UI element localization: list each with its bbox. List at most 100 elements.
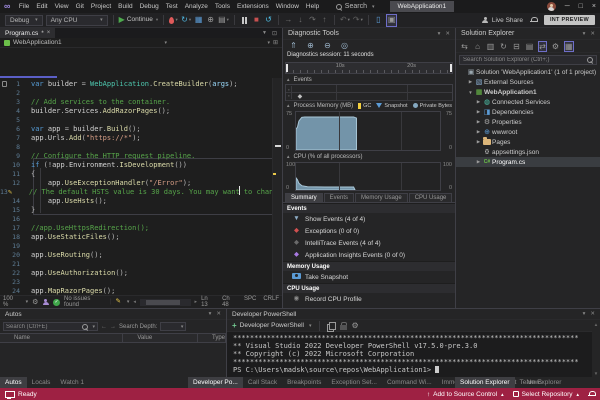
menu-file[interactable]: File — [15, 0, 32, 13]
expander-icon[interactable]: ▶ — [475, 109, 482, 115]
autos-grid-body[interactable] — [0, 343, 226, 367]
tree-item-program-cs[interactable]: ▶C#Program.cs — [456, 157, 600, 167]
presence-icon[interactable] — [42, 299, 49, 306]
codelens-options-icon[interactable]: ▦ — [194, 14, 203, 26]
ruler-handle-left[interactable] — [286, 64, 288, 72]
column-header-type[interactable]: Type — [198, 334, 226, 342]
continue-button[interactable]: ▶ Continue ▾ — [119, 14, 158, 26]
maximize-button[interactable]: □ — [579, 3, 583, 10]
tree-item-appsettings-json[interactable]: {}appsettings.json — [456, 147, 600, 157]
hot-reload-icon[interactable]: ▾ — [169, 14, 178, 26]
tab-command-wi[interactable]: Command Wi... — [382, 377, 437, 388]
undo-icon[interactable]: ↶▾ — [340, 14, 350, 26]
memory-section-header[interactable]: ▲ Process Memory (MB) GCSnapshotPrivate … — [283, 101, 455, 110]
solution-search-input[interactable] — [463, 57, 584, 63]
close-icon[interactable]: ✕ — [216, 311, 221, 317]
line-ending-indicator[interactable]: CRLF — [263, 296, 279, 308]
menu-project[interactable]: Project — [87, 0, 114, 13]
menu-git[interactable]: Git — [72, 0, 87, 13]
properties-icon[interactable]: ⚙ — [551, 41, 560, 52]
show-next-statement-icon[interactable]: → — [284, 14, 293, 26]
solution-name-badge[interactable]: WebApplication1 — [390, 1, 455, 12]
tab-locals[interactable]: Locals — [27, 377, 56, 388]
terminal-output[interactable]: ****************************************… — [233, 334, 590, 377]
step-into-icon[interactable]: ↓ — [296, 14, 305, 26]
home-icon[interactable]: ⌂ — [473, 41, 482, 52]
column-header-value[interactable]: Value — [123, 334, 198, 342]
summary-item-intellitrace-events-4-of-4[interactable]: ◆IntelliTrace Events (4 of 4) — [283, 237, 455, 249]
account-avatar[interactable] — [547, 2, 556, 11]
tab-team-explorer[interactable]: Team Explorer — [515, 377, 567, 388]
new-terminal-button[interactable]: + Developer PowerShell ▾ — [232, 321, 312, 330]
summary-item-application-insights-events-0-of-0[interactable]: ◆Application Insights Events (0 of 0) — [283, 249, 455, 261]
search-depth-dropdown[interactable]: ▾ — [160, 322, 186, 331]
menu-window[interactable]: Window — [272, 0, 302, 13]
project-dropdown[interactable]: WebApplication1 ▾ — [0, 38, 170, 47]
close-icon[interactable]: ✕ — [590, 311, 595, 317]
code-editor[interactable]: 1var builder = WebApplication.CreateBuil… — [0, 78, 272, 295]
menu-help[interactable]: Help — [302, 0, 322, 13]
diag-tab-events[interactable]: Events — [324, 193, 354, 202]
space-mode-indicator[interactable]: SPC — [244, 296, 256, 308]
tab-solution-explorer[interactable]: Solution Explorer — [455, 377, 515, 388]
collapse-all-icon[interactable]: ⊟ — [512, 41, 521, 52]
restart-app-icon[interactable]: ↻▾ — [181, 14, 191, 26]
browser-link-icon[interactable]: ⊕ — [206, 14, 215, 26]
window-position-chevron-icon[interactable]: ▾ — [583, 31, 586, 37]
export-icon[interactable]: ⇑ — [289, 40, 298, 52]
zoom-out-icon[interactable]: ⊖ — [323, 40, 332, 52]
expander-icon[interactable]: ▶ — [475, 159, 482, 165]
events-track[interactable]: ▪▪ ◆ — [285, 84, 453, 101]
lock-icon[interactable] — [340, 322, 347, 330]
summary-item-show-events-4-of-4[interactable]: ▼Show Events (4 of 4) — [283, 213, 455, 225]
tree-item-webapplication1[interactable]: ▼▦WebApplication1 — [456, 87, 600, 97]
stop-icon[interactable]: ■ — [252, 14, 261, 26]
edit-mode-pencil-icon[interactable]: ✎ — [115, 298, 120, 306]
menu-analyze[interactable]: Analyze — [181, 0, 211, 13]
diag-tab-summary[interactable]: Summary — [285, 193, 323, 202]
tab-program-cs[interactable]: Program.cs * × — [0, 28, 55, 38]
window-position-chevron-icon[interactable]: ▾ — [209, 311, 212, 317]
tree-item-dependencies[interactable]: ▶◨Dependencies — [456, 107, 600, 117]
feedback-bell-icon[interactable] — [530, 16, 537, 24]
global-search[interactable]: Search ▾ — [330, 2, 381, 11]
terminal-scrollbar[interactable]: ▲▼ — [592, 321, 600, 377]
close-button[interactable]: × — [592, 3, 596, 10]
notifications-bell-icon[interactable] — [588, 390, 595, 398]
tree-item-external-sources[interactable]: ▶▧External Sources — [456, 77, 600, 87]
menu-extensions[interactable]: Extensions — [234, 0, 273, 13]
menu-view[interactable]: View — [51, 0, 72, 13]
expander-icon[interactable]: ▶ — [467, 79, 474, 85]
tab-call-stack[interactable]: Call Stack — [243, 377, 282, 388]
int-preview-badge[interactable]: INT PREVIEW — [544, 15, 595, 25]
minimize-button[interactable]: ─ — [565, 3, 570, 10]
solution-platform-dropdown[interactable]: Any CPU ▾ — [46, 15, 108, 26]
expander-icon[interactable]: ▶ — [475, 99, 482, 105]
expander-icon[interactable]: ▼ — [467, 90, 474, 95]
column-header-name[interactable]: Name — [0, 334, 123, 342]
diag-tab-memory-usage[interactable]: Memory Usage — [355, 193, 408, 202]
close-icon[interactable]: ✕ — [590, 31, 595, 37]
back-arrow-icon[interactable]: ← — [101, 324, 107, 330]
view-switch-icon[interactable]: ⇆ — [460, 41, 469, 52]
ruler-handle-right[interactable] — [450, 64, 452, 72]
expander-icon[interactable]: ▶ — [475, 139, 482, 145]
menu-build[interactable]: Build — [115, 0, 136, 13]
timeline-ruler[interactable]: 10s20s — [285, 62, 453, 74]
summary-item-record-cpu-profile[interactable]: ◉Record CPU Profile — [283, 293, 455, 305]
tree-item-wwwroot[interactable]: ▶⊕wwwroot — [456, 127, 600, 137]
window-position-chevron-icon[interactable]: ▾ — [438, 31, 441, 37]
tab-breakpoints[interactable]: Breakpoints — [282, 377, 326, 388]
scroll-right-icon[interactable]: ▸ — [195, 299, 198, 305]
autos-search-box[interactable]: ▾ — [3, 322, 98, 331]
zoom-in-icon[interactable]: ⊕ — [306, 40, 315, 52]
pending-changes-filter-icon[interactable]: ▥ — [486, 41, 495, 52]
tree-item-solution[interactable]: ▣Solution 'WebApplication1' (1 of 1 proj… — [456, 67, 600, 77]
pin-icon[interactable]: ⊡ — [272, 30, 277, 37]
menu-tools[interactable]: Tools — [211, 0, 233, 13]
redo-icon[interactable]: ↷▾ — [353, 14, 363, 26]
selection-tool-icon[interactable]: ▣ — [386, 14, 398, 27]
pause-icon[interactable] — [240, 14, 249, 26]
add-to-source-control-button[interactable]: ↑ Add to Source Control ▲ — [427, 391, 505, 398]
type-dropdown[interactable]: ▾ — [170, 38, 273, 47]
